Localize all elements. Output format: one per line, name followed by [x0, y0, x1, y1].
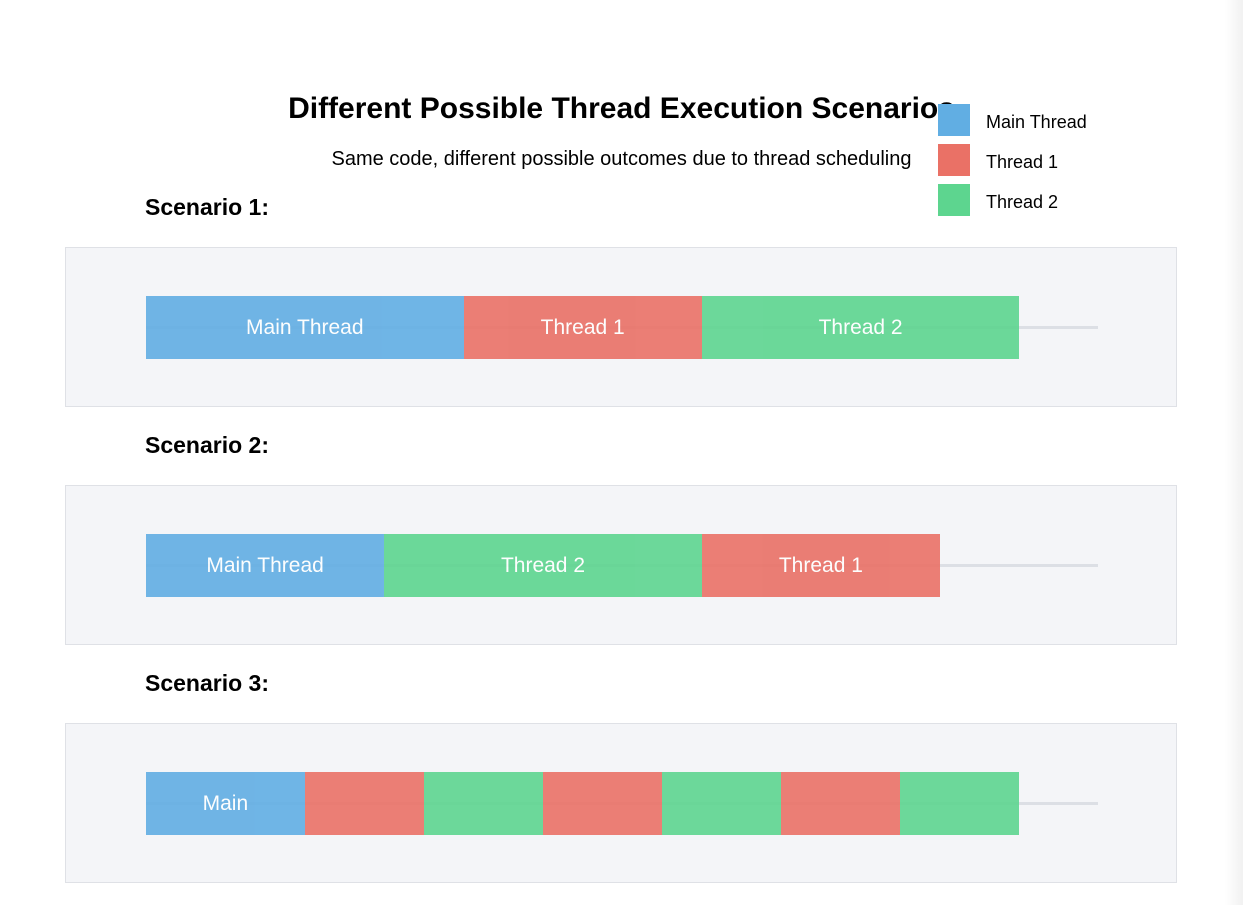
scenario-3-segment-thread-1 [543, 772, 663, 835]
scenario-3-segment-thread-2 [662, 772, 782, 835]
legend-swatch-main-thread [938, 104, 970, 136]
scenario-3-execution-bar: Main [146, 772, 1020, 835]
scenario-2-timeline: Main Thread Thread 2 Thread 1 [65, 485, 1177, 645]
scenario-2-label: Scenario 2: [145, 432, 269, 458]
legend-label-main-thread: Main Thread [986, 112, 1087, 132]
scenario-1-segment-thread-1: Thread 1 [463, 296, 702, 359]
scenario-2-execution-bar: Main Thread Thread 2 Thread 1 [146, 534, 1019, 597]
scenario-2-segment-thread-2: Thread 2 [384, 534, 702, 597]
scenario-2-segment-main: Main Thread [146, 534, 385, 597]
legend-swatch-thread-2 [938, 184, 970, 216]
right-edge-shade [1225, 0, 1243, 905]
scenario-3-label: Scenario 3: [145, 670, 269, 696]
scenario-1-timeline: Main Thread Thread 1 Thread 2 [65, 247, 1177, 407]
scenario-3-segment-thread-2 [900, 772, 1020, 835]
scenario-2-segment-thread-1: Thread 1 [701, 534, 940, 597]
scenario-3-segment-thread-1 [781, 772, 901, 835]
scenario-3-segment-main: Main [146, 772, 305, 835]
scenario-3-segment-thread-1 [304, 772, 424, 835]
scenario-1-label: Scenario 1: [145, 194, 269, 220]
scenario-3-timeline: Main [65, 723, 1177, 883]
legend-swatch-thread-1 [938, 144, 970, 176]
scenario-3-segment-thread-2 [423, 772, 543, 835]
scenario-1-execution-bar: Main Thread Thread 1 Thread 2 [146, 296, 1020, 359]
scenario-1-segment-main: Main Thread [146, 296, 464, 359]
scenario-1-segment-thread-2: Thread 2 [701, 296, 1020, 359]
legend-label-thread-1: Thread 1 [986, 152, 1059, 172]
legend-label-thread-2: Thread 2 [986, 192, 1059, 212]
